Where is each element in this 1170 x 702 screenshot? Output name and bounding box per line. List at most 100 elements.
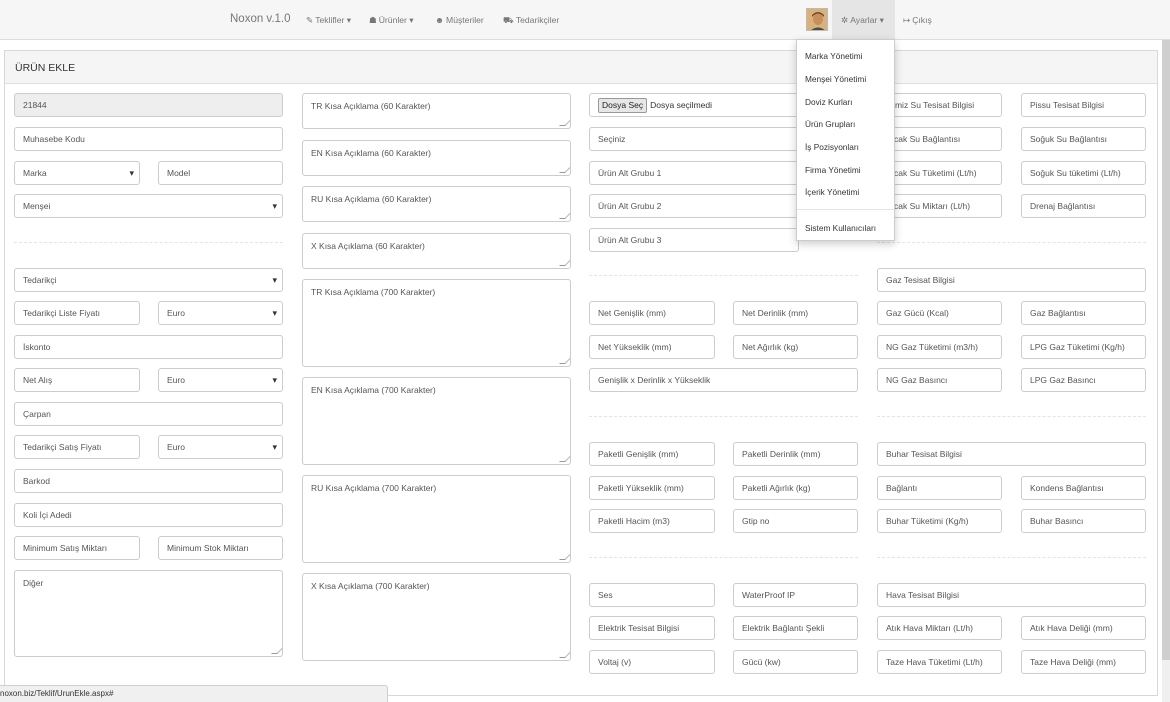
brand-link[interactable]: Noxon v.1.0 xyxy=(230,13,291,25)
caret-down-icon: ▾ xyxy=(409,15,414,25)
avatar[interactable] xyxy=(806,8,828,31)
origin-select[interactable]: Menşei xyxy=(14,194,283,218)
net-weight-field[interactable]: Net Ağırlık (kg) xyxy=(733,335,858,359)
power-field[interactable]: Gücü (kw) xyxy=(733,650,858,674)
fresh-air-hole-field[interactable]: Taze Hava Deliği (mm) xyxy=(1021,650,1146,674)
tr-short-desc[interactable]: TR Kısa Açıklama (60 Karakter) xyxy=(302,93,571,129)
product-group-select[interactable]: Seçiniz xyxy=(589,127,799,151)
sound-field[interactable]: Ses xyxy=(589,583,715,607)
en-long-desc[interactable]: EN Kısa Açıklama (700 Karakter) xyxy=(302,377,571,465)
subgroup1-select[interactable]: Ürün Alt Grubu 1 xyxy=(589,161,799,185)
settings-dropdown-toggle[interactable]: ✲ Ayarlar ▾ xyxy=(832,0,895,40)
product-code-field[interactable]: 21844 xyxy=(14,93,283,117)
menu-item-icerik[interactable]: İçerik Yönetimi xyxy=(805,187,859,197)
drain-conn-field[interactable]: Drenaj Bağlantısı xyxy=(1021,194,1146,218)
brand-select[interactable]: Marka xyxy=(14,161,140,185)
air-install-field[interactable]: Hava Tesisat Bilgisi xyxy=(877,583,1146,607)
pkg-volume-field[interactable]: Paketli Hacim (m3) xyxy=(589,509,715,533)
steam-cons-field[interactable]: Buhar Tüketimi (Kg/h) xyxy=(877,509,1002,533)
nav-teklifler-label: Teklifler xyxy=(315,15,345,25)
multiplier-field[interactable]: Çarpan xyxy=(14,402,283,426)
nav-urunler[interactable]: ☗ Ürünler ▾ xyxy=(369,15,414,26)
ru-long-desc[interactable]: RU Kısa Açıklama (700 Karakter) xyxy=(302,475,571,563)
ru-short-desc[interactable]: RU Kısa Açıklama (60 Karakter) xyxy=(302,186,571,222)
supplier-sale-price-field[interactable]: Tedarikçi Satış Fiyatı xyxy=(14,435,140,459)
gear-icon: ✲ xyxy=(841,15,849,25)
scrollbar-thumb[interactable] xyxy=(1162,40,1170,660)
min-stock-qty-field[interactable]: Minimum Stok Miktarı xyxy=(158,536,283,560)
net-height-field[interactable]: Net Yükseklik (mm) xyxy=(589,335,715,359)
ng-cons-field[interactable]: NG Gaz Tüketimi (m3/h) xyxy=(877,335,1002,359)
hot-water-conn-field[interactable]: Sıcak Su Bağlantısı xyxy=(877,127,1002,151)
waste-air-field[interactable]: Atık Hava Miktarı (Lt/h) xyxy=(877,616,1002,640)
subgroup3-select[interactable]: Ürün Alt Grubu 3 xyxy=(589,228,799,252)
currency-select[interactable]: Euro xyxy=(158,435,283,459)
pkg-height-field[interactable]: Paketli Yükseklik (mm) xyxy=(589,476,715,500)
elec-install-field[interactable]: Elektrik Tesisat Bilgisi xyxy=(589,616,715,640)
hot-water-cons-field[interactable]: Sıcak Su Tüketimi (Lt/h) xyxy=(877,161,1002,185)
supplier-select[interactable]: Tedarikçi xyxy=(14,268,283,292)
gas-install-field[interactable]: Gaz Tesisat Bilgisi xyxy=(877,268,1146,292)
min-sale-qty-field[interactable]: Minimum Satış Miktarı xyxy=(14,536,140,560)
menu-item-is-pozisyonlari[interactable]: İş Pozisyonları xyxy=(805,142,859,152)
lpg-cons-field[interactable]: LPG Gaz Tüketimi (Kg/h) xyxy=(1021,335,1146,359)
menu-item-mensei[interactable]: Menşei Yönetimi xyxy=(805,74,866,84)
cold-water-conn-field[interactable]: Soğuk Su Bağlantısı xyxy=(1021,127,1146,151)
lpg-pressure-field[interactable]: LPG Gaz Basıncı xyxy=(1021,368,1146,392)
logout-icon: ↦ xyxy=(903,15,911,25)
menu-item-marka[interactable]: Marka Yönetimi xyxy=(805,51,863,61)
subgroup2-select[interactable]: Ürün Alt Grubu 2 xyxy=(589,194,799,218)
nav-logout[interactable]: ↦ Çıkış xyxy=(903,15,932,26)
tr-long-desc[interactable]: TR Kısa Açıklama (700 Karakter) xyxy=(302,279,571,367)
dirty-water-field[interactable]: Pissu Tesisat Bilgisi xyxy=(1021,93,1146,117)
en-short-desc[interactable]: EN Kısa Açıklama (60 Karakter) xyxy=(302,140,571,176)
currency-select[interactable]: Euro xyxy=(158,368,283,392)
condense-conn-field[interactable]: Kondens Bağlantısı xyxy=(1021,476,1146,500)
divider xyxy=(877,557,1146,558)
menu-item-firma[interactable]: Firma Yönetimi xyxy=(805,165,861,175)
gtip-field[interactable]: Gtip no xyxy=(733,509,858,533)
logout-label: Çıkış xyxy=(912,15,932,25)
steam-install-field[interactable]: Buhar Tesisat Bilgisi xyxy=(877,442,1146,466)
waste-air-hole-field[interactable]: Atık Hava Deliği (mm) xyxy=(1021,616,1146,640)
dimensions-field[interactable]: Genişlik x Derinlik x Yükseklik xyxy=(589,368,858,392)
currency-select[interactable]: Euro xyxy=(158,301,283,325)
nav-musteriler[interactable]: ☻ Müşteriler xyxy=(435,15,484,25)
waterproof-field[interactable]: WaterProof IP xyxy=(733,583,858,607)
menu-item-urun-gruplari[interactable]: Ürün Grupları xyxy=(805,119,855,129)
pencil-icon: ✎ xyxy=(306,15,314,25)
nav-teklifler[interactable]: ✎ Teklifler ▾ xyxy=(306,15,351,26)
barcode-field[interactable]: Barkod xyxy=(14,469,283,493)
pkg-depth-field[interactable]: Paketli Derinlik (mm) xyxy=(733,442,858,466)
connection-field[interactable]: Bağlantı xyxy=(877,476,1002,500)
clean-water-field[interactable]: Temiz Su Tesisat Bilgisi xyxy=(877,93,1002,117)
voltage-field[interactable]: Voltaj (v) xyxy=(589,650,715,674)
gas-conn-field[interactable]: Gaz Bağlantısı xyxy=(1021,301,1146,325)
scrollbar-track[interactable] xyxy=(1162,660,1170,702)
nav-tedarikciler[interactable]: ⛟ Tedarikçiler xyxy=(503,15,559,27)
discount-field[interactable]: İskonto xyxy=(14,335,283,359)
net-width-field[interactable]: Net Genişlik (mm) xyxy=(589,301,715,325)
gas-power-field[interactable]: Gaz Gücü (Kcal) xyxy=(877,301,1002,325)
pkg-width-field[interactable]: Paketli Genişlik (mm) xyxy=(589,442,715,466)
x-long-desc[interactable]: X Kısa Açıklama (700 Karakter) xyxy=(302,573,571,661)
cold-water-cons-field[interactable]: Soğuk Su tüketimi (Lt/h) xyxy=(1021,161,1146,185)
pkg-weight-field[interactable]: Paketli Ağırlık (kg) xyxy=(733,476,858,500)
menu-item-sistem-kullanicilari[interactable]: Sistem Kullanıcıları xyxy=(805,223,876,233)
x-short-desc[interactable]: X Kısa Açıklama (60 Karakter) xyxy=(302,233,571,269)
ng-pressure-field[interactable]: NG Gaz Basıncı xyxy=(877,368,1002,392)
net-purchase-field[interactable]: Net Alış xyxy=(14,368,140,392)
steam-pressure-field[interactable]: Buhar Basıncı xyxy=(1021,509,1146,533)
supplier-list-price-field[interactable]: Tedarikçi Liste Fiyatı xyxy=(14,301,140,325)
net-depth-field[interactable]: Net Derinlik (mm) xyxy=(733,301,858,325)
pack-qty-field[interactable]: Koli İçi Adedi xyxy=(14,503,283,527)
accounting-code-field[interactable]: Muhasebe Kodu xyxy=(14,127,283,151)
file-input[interactable]: Dosya Seç Dosya seçilmedi xyxy=(589,93,799,117)
elec-conn-field[interactable]: Elektrik Bağlantı Şekli xyxy=(733,616,858,640)
menu-item-doviz[interactable]: Doviz Kurları xyxy=(805,97,853,107)
fresh-air-field[interactable]: Taze Hava Tüketimi (Lt/h) xyxy=(877,650,1002,674)
other-textarea[interactable]: Diğer xyxy=(14,570,283,657)
model-field[interactable]: Model xyxy=(158,161,283,185)
hot-water-amount-field[interactable]: Sıcak Su Miktarı (Lt/h) xyxy=(877,194,1002,218)
file-choose-button[interactable]: Dosya Seç xyxy=(598,98,648,113)
